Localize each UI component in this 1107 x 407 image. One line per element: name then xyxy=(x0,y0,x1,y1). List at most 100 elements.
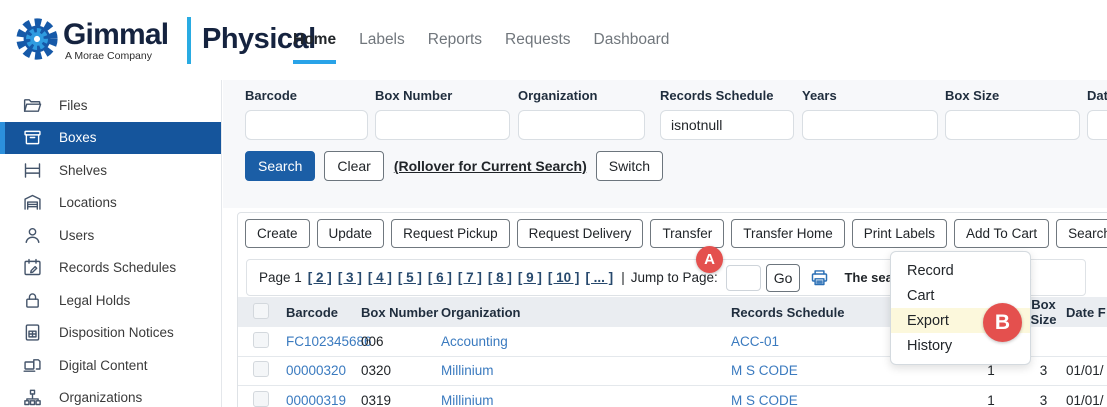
sidebar-item-label: Users xyxy=(59,228,94,243)
sidebar-item-organizations[interactable]: Organizations xyxy=(0,382,221,407)
sidebar-item-disposition-notices[interactable]: Disposition Notices xyxy=(0,317,221,350)
column-header-box-number[interactable]: Box Number xyxy=(361,305,441,320)
brand-tagline: A Morae Company xyxy=(65,50,168,62)
print-labels-button[interactable]: Print Labels xyxy=(852,219,947,248)
filter-field-date: Date xyxy=(1087,88,1107,140)
nav-item-reports[interactable]: Reports xyxy=(428,31,482,64)
search-button[interactable]: Search xyxy=(245,151,315,181)
search-menu-button[interactable]: Search xyxy=(1056,219,1107,248)
sidebar-item-label: Shelves xyxy=(59,163,107,178)
qty-cell: 1 xyxy=(961,363,1021,378)
printer-icon[interactable] xyxy=(809,267,830,288)
sidebar-item-label: Disposition Notices xyxy=(59,325,174,340)
nav-item-home[interactable]: Home xyxy=(293,31,336,64)
annotation-badge-a: A xyxy=(696,246,723,273)
sidebar-item-legal-holds[interactable]: Legal Holds xyxy=(0,284,221,317)
sidebar-item-boxes[interactable]: Boxes xyxy=(0,122,221,155)
row-checkbox[interactable] xyxy=(253,332,269,348)
barcode-link[interactable]: 00000320 xyxy=(286,363,346,378)
box-number-input[interactable] xyxy=(375,110,510,140)
lock-icon xyxy=(22,290,43,311)
sidebar-item-label: Digital Content xyxy=(59,358,148,373)
select-all-checkbox[interactable] xyxy=(253,303,269,319)
add-to-cart-button[interactable]: Add To Cart xyxy=(954,219,1049,248)
filter-field-box-number: Box Number xyxy=(375,88,510,140)
box-number-cell: 0320 xyxy=(361,363,441,378)
page-link-10[interactable]: [ 10 ] xyxy=(548,270,580,285)
organization-link[interactable]: Millinium xyxy=(441,363,494,378)
sidebar-item-label: Files xyxy=(59,98,88,113)
records-schedule-link[interactable]: M S CODE xyxy=(731,363,798,378)
box-size-label: Box Size xyxy=(945,88,1080,103)
page-link-4[interactable]: [ 4 ] xyxy=(368,270,392,285)
page-link-3[interactable]: [ 3 ] xyxy=(338,270,362,285)
page-link-2[interactable]: [ 2 ] xyxy=(308,270,332,285)
page-link-more[interactable]: [ ... ] xyxy=(585,270,613,285)
organization-link[interactable]: Millinium xyxy=(441,393,494,407)
date-label: Date xyxy=(1087,88,1107,103)
request-pickup-button[interactable]: Request Pickup xyxy=(391,219,510,248)
jump-to-page-input[interactable] xyxy=(726,265,761,291)
date-cell: 01/01/ xyxy=(1066,393,1107,407)
sidebar: Files Boxes Shelves Locations Users xyxy=(0,80,222,407)
rollover-current-search-link[interactable]: (Rollover for Current Search) xyxy=(394,158,587,174)
records-schedule-link[interactable]: ACC-01 xyxy=(731,334,779,349)
go-button[interactable]: Go xyxy=(766,264,801,292)
records-schedule-input[interactable] xyxy=(660,110,794,140)
create-button[interactable]: Create xyxy=(245,219,310,248)
pagination-separator: | xyxy=(621,270,625,285)
barcode-input[interactable] xyxy=(245,110,368,140)
transfer-button[interactable]: Transfer xyxy=(650,219,724,248)
column-header-organization[interactable]: Organization xyxy=(441,305,731,320)
box-size-input[interactable] xyxy=(945,110,1080,140)
organization-link[interactable]: Accounting xyxy=(441,334,508,349)
current-page-label: Page 1 xyxy=(259,270,302,285)
page-link-6[interactable]: [ 6 ] xyxy=(428,270,452,285)
sidebar-item-locations[interactable]: Locations xyxy=(0,187,221,220)
page-link-7[interactable]: [ 7 ] xyxy=(458,270,482,285)
clear-button[interactable]: Clear xyxy=(324,151,383,181)
filter-actions: Search Clear (Rollover for Current Searc… xyxy=(245,151,663,181)
garage-icon xyxy=(22,192,43,213)
barcode-link[interactable]: 00000319 xyxy=(286,393,346,407)
nav-item-requests[interactable]: Requests xyxy=(505,31,570,64)
sidebar-item-label: Organizations xyxy=(59,390,142,405)
barcode-label: Barcode xyxy=(245,88,368,103)
row-checkbox[interactable] xyxy=(253,361,269,377)
request-delivery-button[interactable]: Request Delivery xyxy=(517,219,644,248)
sidebar-item-users[interactable]: Users xyxy=(0,219,221,252)
filter-panel: Barcode Box Number Organization Records … xyxy=(223,80,1107,208)
records-schedule-label: Records Schedule xyxy=(660,88,794,103)
update-button[interactable]: Update xyxy=(317,219,385,248)
box-number-label: Box Number xyxy=(375,88,510,103)
sidebar-item-digital-content[interactable]: Digital Content xyxy=(0,349,221,382)
page-link-8[interactable]: [ 8 ] xyxy=(488,270,512,285)
filter-field-barcode: Barcode xyxy=(245,88,368,140)
app-header: Gimmal A Morae Company Physical Home Lab… xyxy=(0,0,1107,80)
transfer-home-button[interactable]: Transfer Home xyxy=(731,219,845,248)
sidebar-item-shelves[interactable]: Shelves xyxy=(0,154,221,187)
column-header-date[interactable]: Date F xyxy=(1066,305,1107,320)
page-link-5[interactable]: [ 5 ] xyxy=(398,270,422,285)
sidebar-item-files[interactable]: Files xyxy=(0,89,221,122)
organization-label: Organization xyxy=(518,88,645,103)
barcode-link[interactable]: FC102345686 xyxy=(286,334,372,349)
date-input[interactable] xyxy=(1087,110,1107,140)
organization-input[interactable] xyxy=(518,110,645,140)
user-icon xyxy=(22,225,43,246)
switch-button[interactable]: Switch xyxy=(596,151,663,181)
box-icon xyxy=(22,127,43,148)
sidebar-item-records-schedules[interactable]: Records Schedules xyxy=(0,252,221,285)
row-checkbox[interactable] xyxy=(253,391,269,407)
records-schedule-link[interactable]: M S CODE xyxy=(731,393,798,407)
menu-item-record[interactable]: Record xyxy=(891,258,1030,283)
page-link-9[interactable]: [ 9 ] xyxy=(518,270,542,285)
folder-icon xyxy=(22,95,43,116)
nav-item-labels[interactable]: Labels xyxy=(359,31,405,64)
main-nav: Home Labels Reports Requests Dashboard xyxy=(293,31,669,64)
table-row[interactable]: 00000319 0319 Millinium M S CODE 1 3 01/… xyxy=(238,386,1107,407)
nav-item-dashboard[interactable]: Dashboard xyxy=(594,31,670,64)
column-header-barcode[interactable]: Barcode xyxy=(286,305,361,320)
sidebar-item-label: Locations xyxy=(59,195,117,210)
years-input[interactable] xyxy=(802,110,938,140)
